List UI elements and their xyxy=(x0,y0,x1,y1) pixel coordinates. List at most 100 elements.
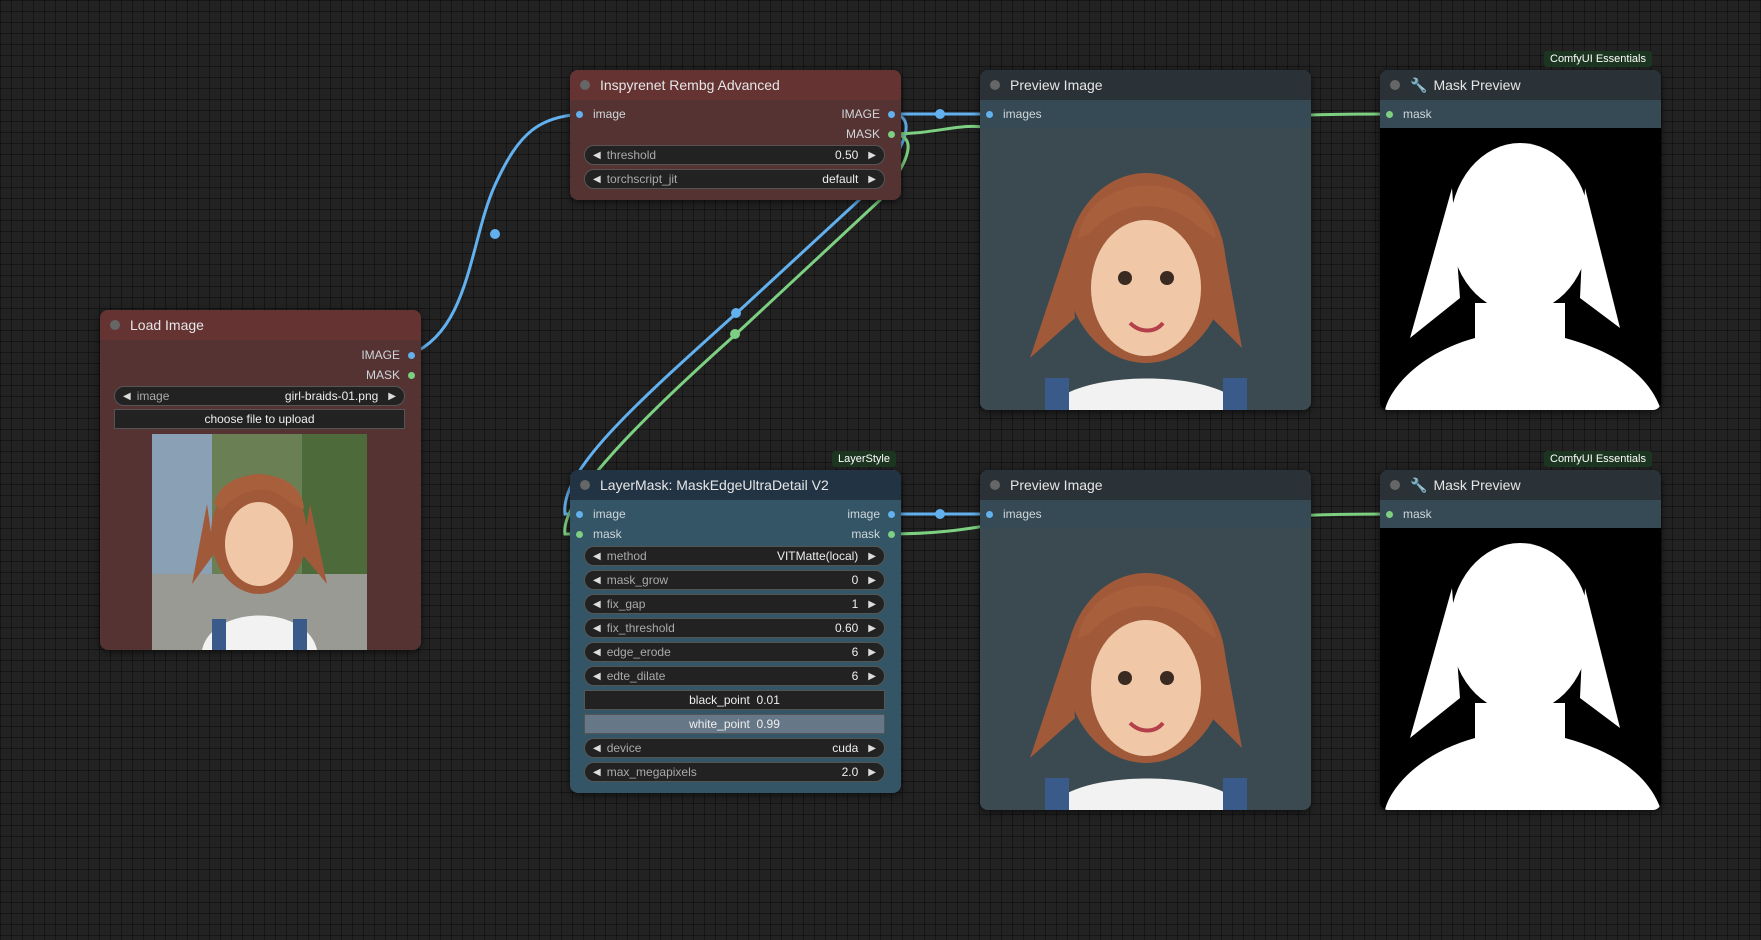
collapse-dot[interactable] xyxy=(1390,80,1400,90)
slot-label: IMAGE xyxy=(361,348,400,362)
node-title-bar[interactable]: Preview Image xyxy=(980,470,1311,500)
slot-label: mask xyxy=(1403,107,1432,121)
arrow-right-icon[interactable]: ▶ xyxy=(388,391,396,402)
arrow-right-icon[interactable]: ▶ xyxy=(868,599,876,610)
output-slot-image[interactable]: IMAGE xyxy=(841,105,895,123)
collapse-dot[interactable] xyxy=(990,80,1000,90)
cutout-photo-illustration xyxy=(1030,173,1247,410)
input-dot-icon[interactable] xyxy=(986,510,993,518)
mask-silhouette-illustration xyxy=(1380,128,1661,410)
arrow-right-icon[interactable]: ▶ xyxy=(868,150,876,161)
node-title-bar[interactable]: 🔧 Mask Preview xyxy=(1380,70,1661,100)
input-dot-icon[interactable] xyxy=(986,110,993,118)
arrow-left-icon[interactable]: ◀ xyxy=(593,174,601,185)
torchscript-jit-widget[interactable]: ◀ torchscript_jit default ▶ xyxy=(584,169,885,189)
collapse-dot[interactable] xyxy=(580,80,590,90)
black-point-slider[interactable]: black_point 0.01 xyxy=(584,690,885,710)
upload-button[interactable]: choose file to upload xyxy=(114,409,405,429)
arrow-left-icon[interactable]: ◀ xyxy=(593,671,601,682)
white-point-slider[interactable]: white_point 0.99 xyxy=(584,714,885,734)
input-dot-icon[interactable] xyxy=(576,510,583,518)
widget-label: threshold xyxy=(606,148,657,162)
widget-label: device xyxy=(606,741,642,755)
arrow-right-icon[interactable]: ▶ xyxy=(868,743,876,754)
output-dot-icon[interactable] xyxy=(888,510,895,518)
output-dot-icon[interactable] xyxy=(888,530,895,538)
input-slot-image[interactable]: image xyxy=(576,105,626,123)
input-dot-icon[interactable] xyxy=(576,530,583,538)
output-slot-image[interactable]: IMAGE xyxy=(361,346,415,364)
device-widget[interactable]: ◀ device cuda ▶ xyxy=(584,738,885,758)
mask-preview-node-top[interactable]: 🔧 Mask Preview mask xyxy=(1380,70,1661,410)
inspyrenet-rembg-node[interactable]: Inspyrenet Rembg Advanced image IMAGE MA… xyxy=(570,70,901,200)
max-megapixels-widget[interactable]: ◀ max_megapixels 2.0 ▶ xyxy=(584,762,885,782)
mask-preview-node-bottom[interactable]: 🔧 Mask Preview mask xyxy=(1380,470,1661,810)
collapse-dot[interactable] xyxy=(110,320,120,330)
load-image-node[interactable]: Load Image IMAGE MASK ◀ image girl-braid… xyxy=(100,310,421,650)
arrow-left-icon[interactable]: ◀ xyxy=(593,743,601,754)
node-title-bar[interactable]: Preview Image xyxy=(980,70,1311,100)
node-title-bar[interactable]: LayerMask: MaskEdgeUltraDetail V2 xyxy=(570,470,901,500)
arrow-left-icon[interactable]: ◀ xyxy=(593,575,601,586)
output-dot-icon[interactable] xyxy=(408,371,415,379)
input-slot-mask[interactable]: mask xyxy=(1386,505,1432,523)
arrow-right-icon[interactable]: ▶ xyxy=(868,767,876,778)
edte-dilate-widget[interactable]: ◀ edte_dilate 6 ▶ xyxy=(584,666,885,686)
collapse-dot[interactable] xyxy=(580,480,590,490)
arrow-right-icon[interactable]: ▶ xyxy=(868,623,876,634)
fix-threshold-widget[interactable]: ◀ fix_threshold 0.60 ▶ xyxy=(584,618,885,638)
preview-image-node-bottom[interactable]: Preview Image images xyxy=(980,470,1311,810)
slot-label: image xyxy=(593,107,626,121)
preview-image-node-top[interactable]: Preview Image images xyxy=(980,70,1311,410)
reroute-dot xyxy=(935,509,945,519)
input-slot-mask[interactable]: mask xyxy=(576,525,622,543)
widget-value: 0 xyxy=(851,573,859,587)
widget-value: 6 xyxy=(851,669,859,683)
input-dot-icon[interactable] xyxy=(576,110,583,118)
input-slot-images[interactable]: images xyxy=(986,105,1042,123)
fix-gap-widget[interactable]: ◀ fix_gap 1 ▶ xyxy=(584,594,885,614)
input-slot-image[interactable]: image xyxy=(576,505,626,523)
input-slot-images[interactable]: images xyxy=(986,505,1042,523)
layermask-edge-ultra-detail-node[interactable]: LayerMask: MaskEdgeUltraDetail V2 image … xyxy=(570,470,901,793)
slot-label: image xyxy=(593,507,626,521)
output-slot-mask[interactable]: MASK xyxy=(366,366,415,384)
node-title-bar[interactable]: Load Image xyxy=(100,310,421,340)
arrow-right-icon[interactable]: ▶ xyxy=(868,671,876,682)
input-dot-icon[interactable] xyxy=(1386,510,1393,518)
output-dot-icon[interactable] xyxy=(888,130,895,138)
arrow-left-icon[interactable]: ◀ xyxy=(593,551,601,562)
arrow-right-icon[interactable]: ▶ xyxy=(868,174,876,185)
slider-value: 0.99 xyxy=(756,717,780,731)
input-dot-icon[interactable] xyxy=(1386,110,1393,118)
preview-image-result xyxy=(980,128,1311,410)
slot-label: MASK xyxy=(845,127,880,141)
arrow-left-icon[interactable]: ◀ xyxy=(593,647,601,658)
image-combo-widget[interactable]: ◀ image girl-braids-01.png ▶ xyxy=(114,386,405,406)
node-title-bar[interactable]: Inspyrenet Rembg Advanced xyxy=(570,70,901,100)
arrow-left-icon[interactable]: ◀ xyxy=(123,391,131,402)
arrow-left-icon[interactable]: ◀ xyxy=(593,767,601,778)
wrench-icon: 🔧 xyxy=(1410,76,1428,93)
arrow-left-icon[interactable]: ◀ xyxy=(593,599,601,610)
slot-label: images xyxy=(1003,507,1042,521)
output-dot-icon[interactable] xyxy=(888,110,895,118)
output-dot-icon[interactable] xyxy=(408,351,415,359)
arrow-left-icon[interactable]: ◀ xyxy=(593,623,601,634)
output-slot-mask[interactable]: mask xyxy=(851,525,895,543)
collapse-dot[interactable] xyxy=(1390,480,1400,490)
arrow-left-icon[interactable]: ◀ xyxy=(593,150,601,161)
collapse-dot[interactable] xyxy=(990,480,1000,490)
input-slot-mask[interactable]: mask xyxy=(1386,105,1432,123)
arrow-right-icon[interactable]: ▶ xyxy=(868,551,876,562)
arrow-right-icon[interactable]: ▶ xyxy=(868,575,876,586)
mask-grow-widget[interactable]: ◀ mask_grow 0 ▶ xyxy=(584,570,885,590)
node-title-bar[interactable]: 🔧 Mask Preview xyxy=(1380,470,1661,500)
slot-label: image xyxy=(847,507,880,521)
method-widget[interactable]: ◀ method VITMatte(local) ▶ xyxy=(584,546,885,566)
arrow-right-icon[interactable]: ▶ xyxy=(868,647,876,658)
edge-erode-widget[interactable]: ◀ edge_erode 6 ▶ xyxy=(584,642,885,662)
output-slot-image[interactable]: image xyxy=(847,505,895,523)
output-slot-mask[interactable]: MASK xyxy=(846,125,895,143)
threshold-widget[interactable]: ◀ threshold 0.50 ▶ xyxy=(584,145,885,165)
